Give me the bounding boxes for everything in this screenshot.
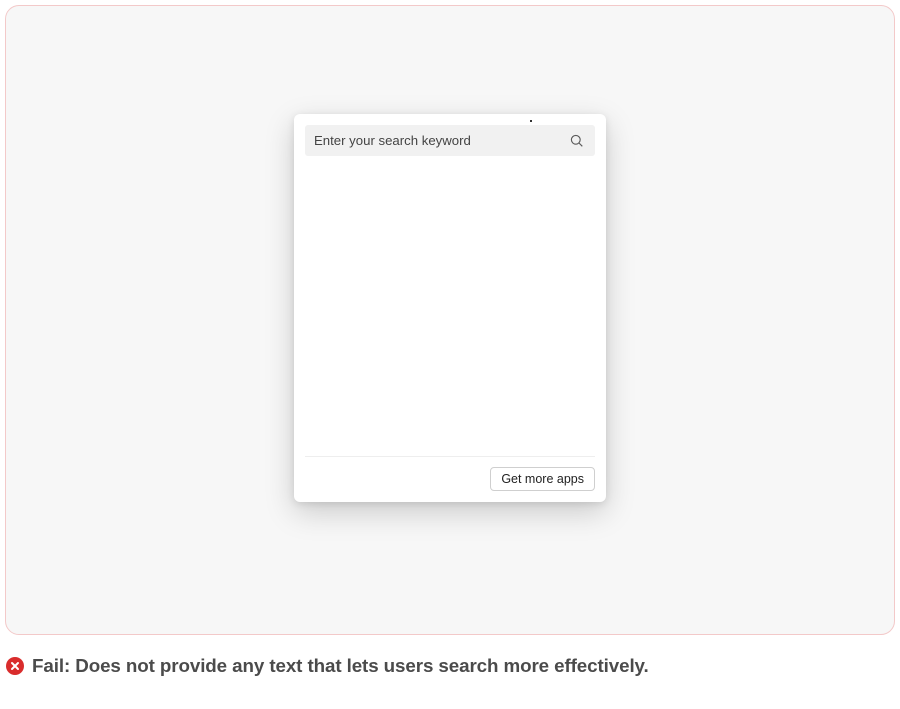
search-results-area [305, 156, 595, 456]
example-frame: Get more apps [5, 5, 895, 635]
caption-message: Does not provide any text that lets user… [75, 655, 648, 676]
search-button[interactable] [566, 132, 587, 149]
caption-row: Fail: Does not provide any text that let… [6, 655, 649, 677]
search-input[interactable] [314, 133, 566, 148]
panel-footer: Get more apps [305, 456, 595, 491]
get-more-apps-button[interactable]: Get more apps [490, 467, 595, 491]
search-panel: Get more apps [294, 114, 606, 502]
fail-icon [6, 657, 24, 675]
caption-text: Fail: Does not provide any text that let… [32, 655, 649, 677]
search-bar-container [305, 125, 595, 156]
search-field-wrapper[interactable] [305, 125, 595, 156]
search-icon [568, 132, 585, 149]
decoration-dot [530, 120, 532, 122]
caption-status-label: Fail: [32, 655, 70, 676]
